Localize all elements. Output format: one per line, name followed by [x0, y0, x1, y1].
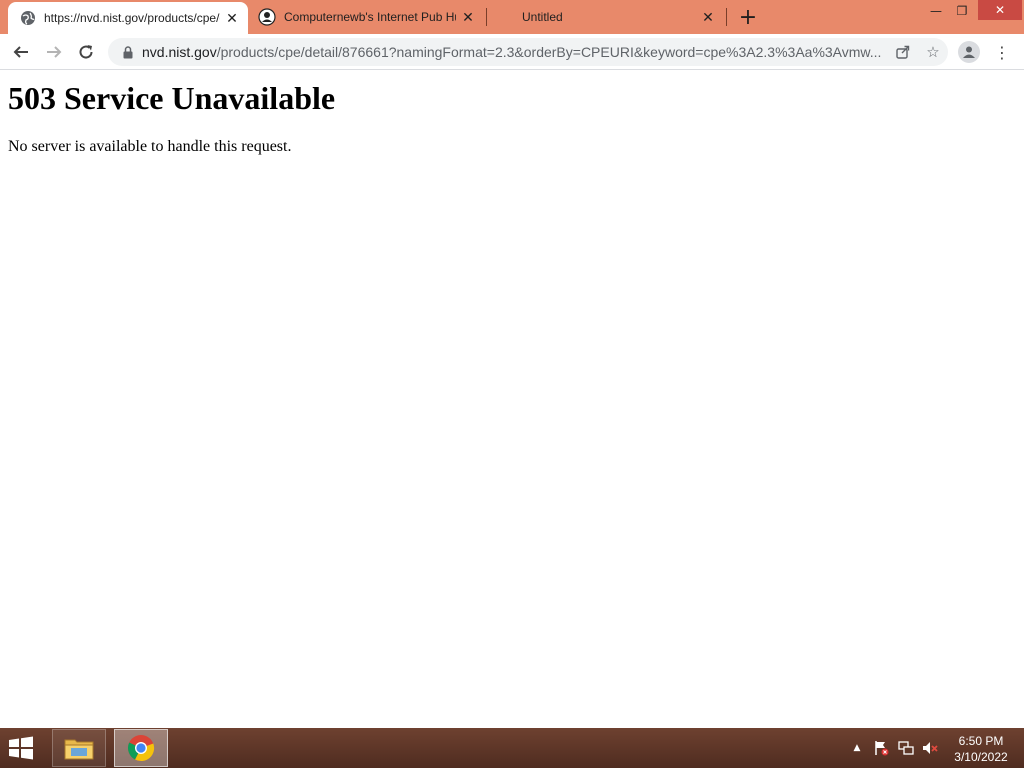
share-icon[interactable]: [888, 45, 918, 59]
address-bar[interactable]: nvd.nist.gov/products/cpe/detail/876661?…: [108, 38, 948, 66]
network-icon[interactable]: [897, 740, 915, 756]
tab-title: Untitled: [522, 10, 563, 24]
lock-icon[interactable]: [114, 45, 142, 59]
reload-icon[interactable]: [74, 40, 98, 64]
windows-start-icon[interactable]: [6, 736, 40, 760]
kebab-menu-icon[interactable]: ⋮: [994, 40, 1010, 64]
web-page-content: 503 Service Unavailable No server is ava…: [0, 71, 1024, 728]
system-clock[interactable]: 6:50 PM 3/10/2022: [948, 733, 1014, 765]
url-path: /products/cpe/detail/876661?namingFormat…: [216, 44, 882, 60]
tab-untitled[interactable]: Untitled ✕: [488, 0, 724, 34]
back-arrow-icon[interactable]: [9, 40, 33, 64]
bookmark-star-icon[interactable]: ☆: [918, 43, 948, 61]
profile-avatar-icon[interactable]: [958, 41, 980, 63]
action-center-flag-icon[interactable]: [872, 740, 890, 756]
minimize-button[interactable]: —: [922, 0, 950, 22]
close-tab-icon[interactable]: ✕: [456, 5, 480, 29]
tab-computernewb-pub-hub[interactable]: Computernewb's Internet Pub Hub ✕: [252, 0, 484, 34]
browser-toolbar: nvd.nist.gov/products/cpe/detail/876661?…: [0, 34, 1024, 70]
pub-logo-icon: [258, 8, 276, 26]
new-tab-button[interactable]: +: [736, 5, 760, 30]
error-message: No server is available to handle this re…: [8, 138, 292, 155]
tab-separator: [486, 8, 487, 26]
folder-icon: [63, 734, 95, 762]
tab-separator: [726, 8, 727, 26]
forward-arrow-icon[interactable]: [42, 40, 66, 64]
close-tab-icon[interactable]: ✕: [220, 6, 244, 30]
chrome-taskbar-button[interactable]: [114, 729, 168, 767]
windows-taskbar: ▲ 6:50 PM 3/10/2022: [0, 728, 1024, 768]
tab-title: https://nvd.nist.gov/products/cpe/detail…: [44, 11, 220, 25]
chrome-icon: [127, 734, 155, 762]
tab-nvd-nist[interactable]: https://nvd.nist.gov/products/cpe/detail…: [8, 2, 248, 34]
file-explorer-taskbar-button[interactable]: [52, 729, 106, 767]
close-window-button[interactable]: ✕: [978, 0, 1022, 20]
tab-title: Computernewb's Internet Pub Hub: [284, 10, 456, 24]
url-domain: nvd.nist.gov: [142, 44, 217, 60]
volume-muted-icon[interactable]: [921, 740, 939, 756]
error-heading: 503 Service Unavailable: [8, 80, 336, 116]
clock-date: 3/10/2022: [954, 750, 1008, 764]
url-text[interactable]: nvd.nist.gov/products/cpe/detail/876661?…: [142, 44, 888, 60]
restore-button[interactable]: ❐: [948, 0, 976, 22]
browser-tab-strip: https://nvd.nist.gov/products/cpe/detail…: [0, 0, 1024, 34]
globe-icon: [20, 10, 36, 26]
clock-time: 6:50 PM: [958, 734, 1004, 748]
close-tab-icon[interactable]: ✕: [696, 5, 720, 29]
show-hidden-icons-chevron-icon[interactable]: ▲: [848, 740, 866, 756]
